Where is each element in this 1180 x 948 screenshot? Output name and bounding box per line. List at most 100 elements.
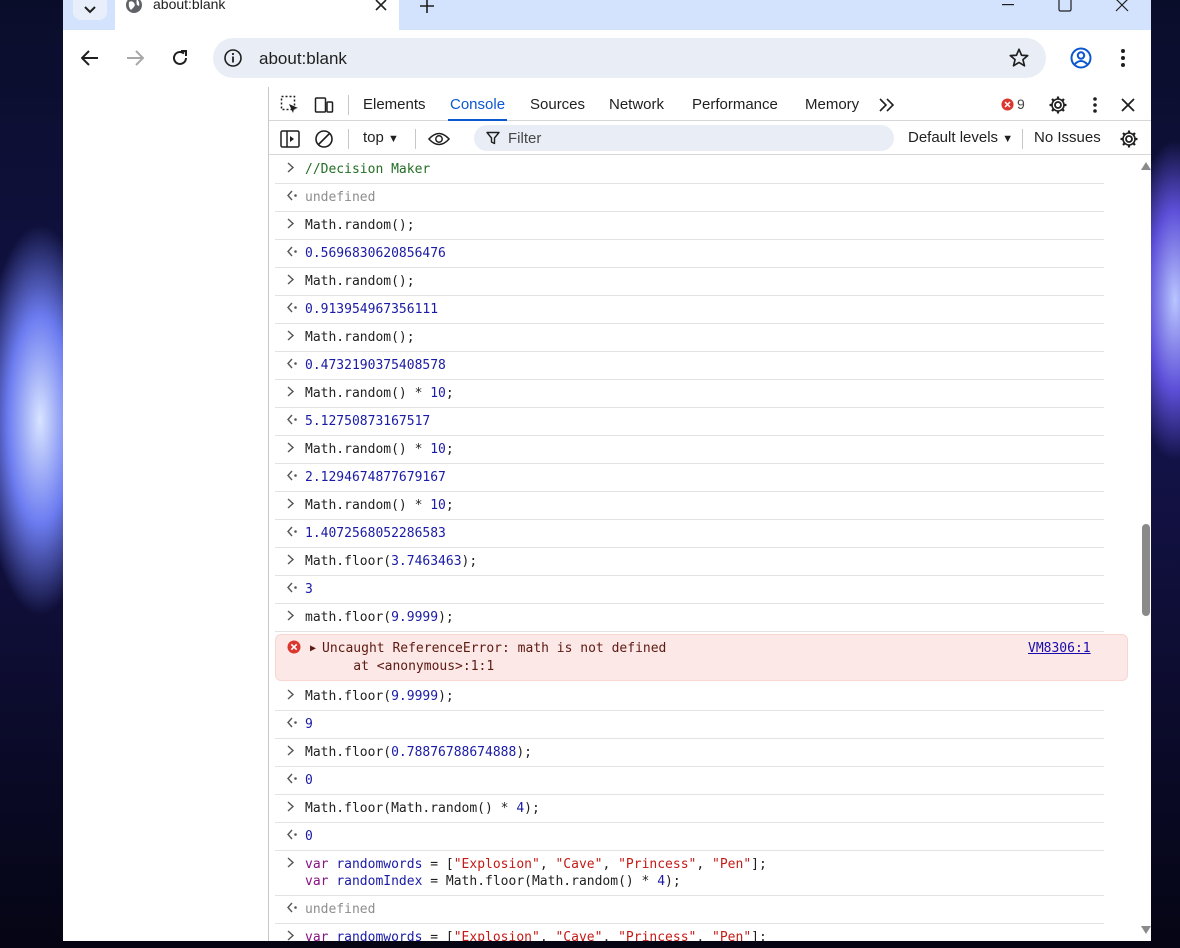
devtools-panel: Elements Console Sources Network Perform… — [268, 87, 1151, 941]
console-output-value: 0.5696830620856476 — [305, 246, 446, 261]
output-return-arrow-icon — [287, 901, 298, 918]
browser-tab[interactable]: about:blank — [115, 0, 399, 30]
console-output-value: 9 — [305, 717, 313, 732]
console-input-text: Math.floor(Math.random() * 4); — [305, 801, 540, 816]
input-chevron-icon — [287, 929, 295, 941]
tab-memory[interactable]: Memory — [803, 87, 861, 121]
bookmark-star-icon[interactable] — [1008, 47, 1030, 69]
output-return-arrow-icon — [287, 772, 298, 789]
filter-funnel-icon — [486, 131, 500, 145]
scrollbar-thumb[interactable] — [1142, 524, 1150, 616]
forward-button[interactable] — [121, 44, 149, 72]
tab-network[interactable]: Network — [607, 87, 666, 121]
page-viewport[interactable] — [63, 87, 268, 941]
tab-performance[interactable]: Performance — [690, 87, 780, 121]
console-output-row: 3 — [275, 576, 1104, 604]
console-filter-input[interactable]: Filter — [474, 125, 894, 151]
console-input-text: Math.random(); — [305, 218, 415, 233]
console-input-text: Math.random(); — [305, 330, 415, 345]
inspect-element-icon[interactable] — [279, 94, 301, 116]
console-input-row: Math.random() * 10; — [275, 436, 1104, 464]
console-input-row: math.floor(9.9999); — [275, 604, 1104, 632]
reload-button[interactable] — [166, 44, 194, 72]
back-button[interactable] — [76, 44, 104, 72]
console-input-text: math.floor(9.9999); — [305, 610, 454, 625]
console-output-row: 1.4072568052286583 — [275, 520, 1104, 548]
console-input-text: Math.random() * 10; — [305, 386, 454, 401]
console-input-text: Math.random() * 10; — [305, 442, 454, 457]
source-link[interactable]: VM8306:1 — [1028, 640, 1091, 658]
output-return-arrow-icon — [287, 581, 298, 598]
console-error-message[interactable]: ▶ Uncaught ReferenceError: math is not de… — [275, 634, 1128, 681]
console-output[interactable]: //Decision Maker undefined Math.random(); 0… — [269, 156, 1139, 941]
device-toolbar-icon[interactable] — [313, 94, 335, 116]
tab-elements[interactable]: Elements — [361, 87, 428, 121]
maximize-button[interactable] — [1042, 0, 1088, 18]
tab-console[interactable]: Console — [448, 87, 508, 121]
console-output-value: 2.1294674877679167 — [305, 470, 446, 485]
console-output-value: 1.4072568052286583 — [305, 526, 446, 541]
settings-gear-icon[interactable] — [1047, 94, 1069, 116]
expand-triangle-icon[interactable]: ▶ — [310, 640, 316, 658]
tab-strip: about:blank — [63, 0, 1151, 30]
separator — [348, 95, 349, 115]
scroll-down-arrow-icon[interactable] — [1141, 926, 1151, 934]
console-output-value: undefined — [305, 902, 376, 917]
console-output-row: 0.4732190375408578 — [275, 352, 1104, 380]
error-count-badge[interactable]: 9 — [1001, 96, 1025, 112]
close-tab-icon[interactable] — [371, 0, 391, 15]
console-input-row: Math.floor(9.9999); — [275, 683, 1104, 711]
clear-console-icon[interactable] — [313, 128, 335, 150]
input-chevron-icon — [287, 329, 295, 346]
console-input-text: var randomwords = ["Explosion", "Cave", … — [305, 930, 767, 941]
tab-sources[interactable]: Sources — [528, 87, 587, 121]
scroll-up-arrow-icon[interactable] — [1141, 162, 1151, 170]
levels-label: Default levels — [908, 129, 999, 146]
separator — [415, 129, 416, 149]
console-input-text: Math.random() * 10; — [305, 498, 454, 513]
console-settings-gear-icon[interactable] — [1118, 128, 1140, 150]
minimize-icon — [1002, 4, 1014, 6]
console-output-value: 0 — [305, 829, 313, 844]
address-bar[interactable]: about:blank — [213, 38, 1046, 78]
error-icon — [1001, 97, 1014, 111]
output-return-arrow-icon — [287, 716, 298, 733]
output-return-arrow-icon — [287, 189, 298, 206]
close-window-button[interactable] — [1099, 0, 1145, 18]
devtools-menu-icon[interactable] — [1084, 94, 1106, 116]
input-chevron-icon — [287, 217, 295, 234]
console-input-text: //Decision Maker — [305, 162, 431, 177]
console-input-row: //Decision Maker — [275, 156, 1104, 184]
info-icon[interactable] — [223, 48, 243, 68]
close-icon — [1115, 0, 1129, 12]
minimize-button[interactable] — [985, 0, 1031, 18]
forward-arrow-icon — [127, 50, 144, 66]
console-toolbar: top ▼ Filter Default levels ▼ No Issues — [269, 121, 1151, 155]
browser-window: about:blank about:blank Elements Console… — [63, 0, 1151, 941]
issues-button[interactable]: No Issues — [1034, 129, 1101, 146]
more-tabs-icon[interactable] — [876, 94, 898, 116]
console-output-row: 0 — [275, 823, 1104, 851]
new-tab-button[interactable] — [415, 0, 439, 18]
output-return-arrow-icon — [287, 245, 298, 262]
console-input-row: Math.random(); — [275, 268, 1104, 296]
console-output-row: 5.12750873167517 — [275, 408, 1104, 436]
live-expression-eye-icon[interactable] — [428, 128, 450, 150]
output-return-arrow-icon — [287, 469, 298, 486]
sidebar-toggle-icon[interactable] — [279, 128, 301, 150]
console-output-row: undefined — [275, 896, 1104, 924]
close-devtools-icon[interactable] — [1117, 94, 1139, 116]
input-chevron-icon — [287, 273, 295, 290]
console-output-value: 5.12750873167517 — [305, 414, 431, 429]
console-scrollbar[interactable] — [1139, 156, 1151, 941]
profile-button[interactable] — [1067, 44, 1095, 72]
output-return-arrow-icon — [287, 525, 298, 542]
tab-search-button[interactable] — [73, 0, 107, 20]
console-output-value: 0.4732190375408578 — [305, 358, 446, 373]
input-chevron-icon — [287, 609, 295, 626]
console-output-row: undefined — [275, 184, 1104, 212]
context-selector[interactable]: top ▼ — [363, 129, 399, 146]
maximize-icon — [1058, 0, 1072, 12]
browser-menu-button[interactable] — [1111, 44, 1135, 72]
log-levels-dropdown[interactable]: Default levels ▼ — [908, 129, 1013, 146]
